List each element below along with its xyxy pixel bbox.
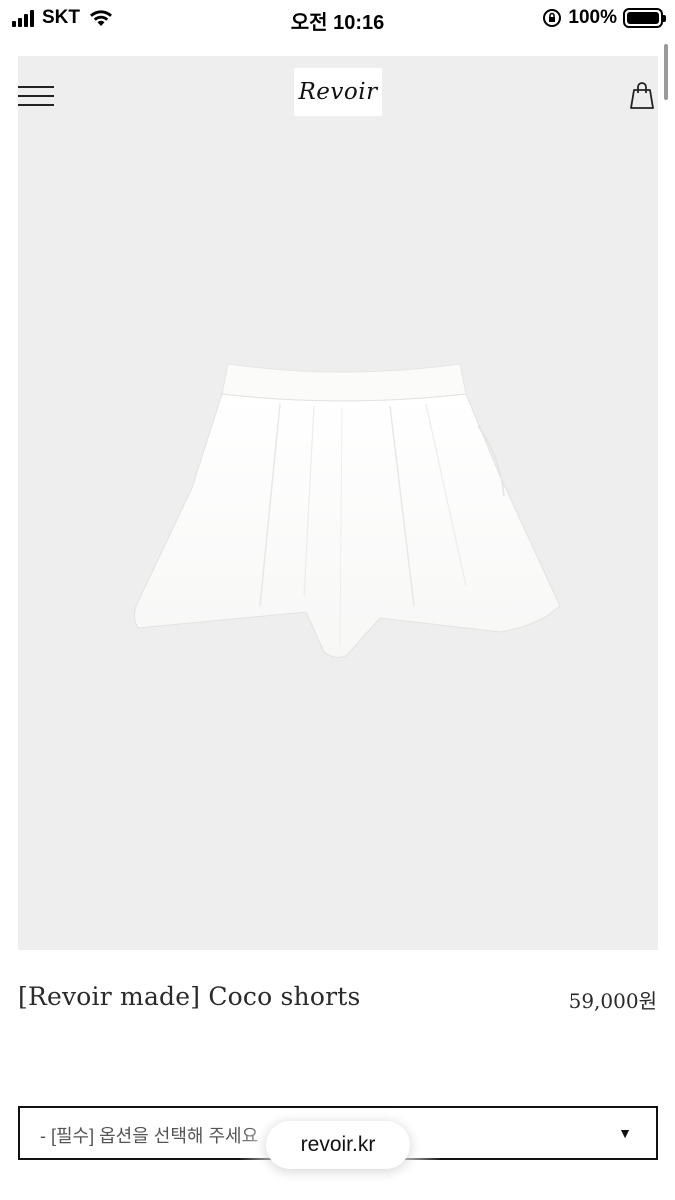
product-hero: Revoir [18, 56, 658, 950]
status-right: 100% [542, 7, 666, 29]
url-text: revoir.kr [300, 1133, 376, 1156]
product-name: [Revoir made] Coco shorts [18, 982, 361, 1011]
shopping-bag-icon[interactable] [628, 80, 656, 110]
brand-logo[interactable]: Revoir [294, 68, 382, 116]
product-price: 59,000원 [568, 989, 657, 1013]
logo-text: Revoir [298, 79, 378, 105]
option-placeholder: - [필수] 옵션을 선택해 주세요 [40, 1126, 259, 1146]
page-scrollbar[interactable] [664, 44, 668, 100]
browser-url-bar[interactable]: revoir.kr [266, 1121, 410, 1169]
dropdown-arrow-icon: ▼ [618, 1125, 632, 1141]
status-bar: SKT 오전 10:16 100% [0, 0, 675, 40]
orientation-lock-icon [543, 9, 562, 27]
hamburger-menu-icon[interactable] [18, 84, 54, 108]
product-image-shorts [133, 363, 561, 658]
battery-icon [623, 8, 666, 28]
battery-percent: 100% [568, 7, 617, 28]
